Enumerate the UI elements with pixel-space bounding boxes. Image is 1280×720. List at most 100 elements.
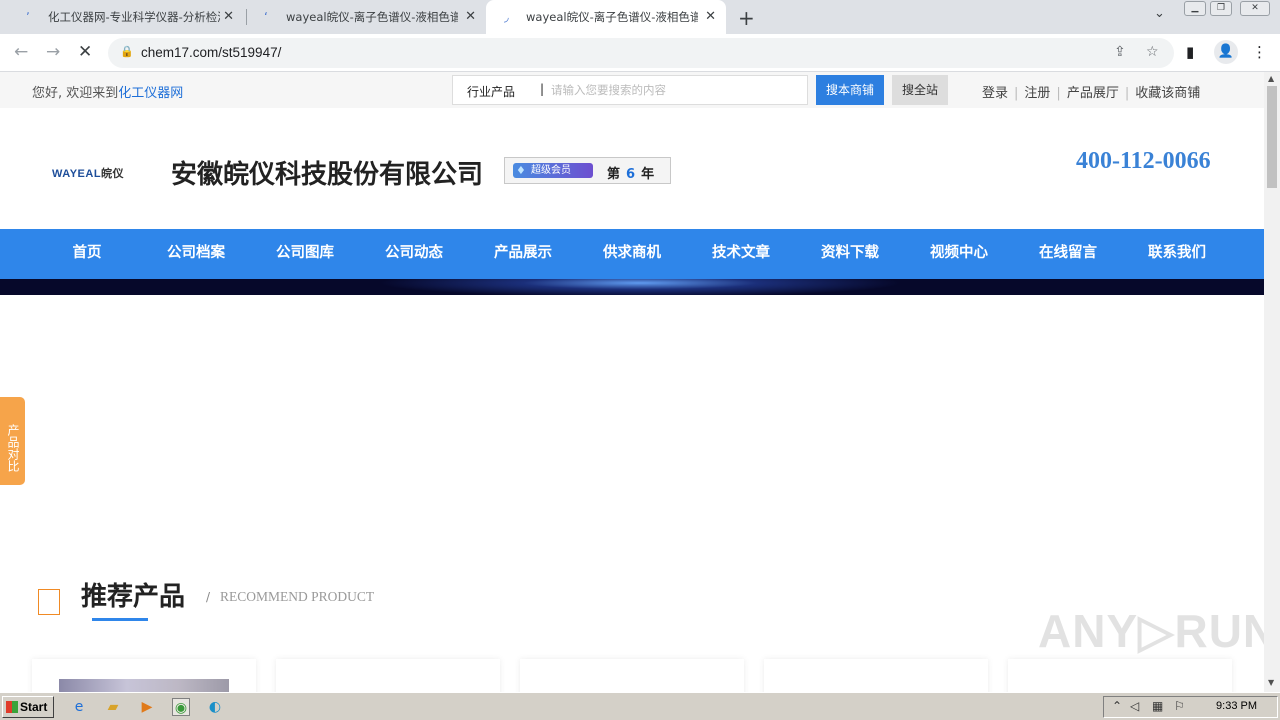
section-marker-icon xyxy=(38,589,60,615)
loading-spinner-icon: ◞ xyxy=(504,10,509,24)
scroll-thumb[interactable] xyxy=(1267,86,1277,188)
register-link[interactable]: 注册 xyxy=(1024,86,1050,101)
window-close-icon[interactable]: ✕ xyxy=(1240,1,1270,16)
edge-icon[interactable]: ◐ xyxy=(206,698,224,716)
nav-products[interactable]: 产品展示 xyxy=(478,229,568,279)
product-card[interactable] xyxy=(276,659,500,692)
forward-icon[interactable]: → xyxy=(46,42,60,62)
shop-header: WAYEAL皖仪 安徽皖仪科技股份有限公司 ♦ 超级会员 第6年 400-112… xyxy=(0,108,1264,229)
nav-videos[interactable]: 视频中心 xyxy=(914,229,1004,279)
flag-icon[interactable]: ⚐ xyxy=(1174,699,1185,713)
search-input[interactable] xyxy=(551,80,801,100)
nav-downloads[interactable]: 资料下载 xyxy=(805,229,895,279)
main-nav: 首页 公司档案 公司图库 公司动态 产品展示 供求商机 技术文章 资料下载 视频… xyxy=(0,229,1264,279)
stop-loading-icon[interactable]: ✕ xyxy=(78,42,92,62)
tab-search-icon[interactable]: ⌄ xyxy=(1154,6,1165,21)
favorite-shop-link[interactable]: 收藏该商铺 xyxy=(1135,86,1200,101)
diamond-icon: ♦ xyxy=(516,164,526,177)
taskbar: Start e ▰ ▶ ◉ ◐ ⌃ ◁ ▦ ⚐ 9:33 PM xyxy=(0,692,1280,720)
section-title: 推荐产品 xyxy=(81,582,186,612)
product-card[interactable] xyxy=(764,659,988,692)
company-logo[interactable]: WAYEAL皖仪 xyxy=(52,165,124,181)
super-member-label: ♦ 超级会员 xyxy=(513,163,593,178)
anyrun-watermark: ANY▷RUN xyxy=(1038,605,1264,657)
browser-tab-bar: ٬ 化工仪器网-专业科学仪器-分析检测 ✕ ʻ wayeal皖仪-离子色谱仪-液… xyxy=(0,0,1280,34)
system-tray: ⌃ ◁ ▦ ⚐ 9:33 PM xyxy=(1103,696,1278,718)
windows-flag-icon xyxy=(6,701,18,713)
banner-image xyxy=(0,279,1264,295)
section-slash: / xyxy=(206,590,211,604)
product-card[interactable] xyxy=(32,659,256,692)
chem17-link[interactable]: 化工仪器网 xyxy=(118,86,183,101)
tray-expand-icon[interactable]: ⌃ xyxy=(1112,699,1122,713)
link-separator: | xyxy=(1014,86,1019,101)
nav-news[interactable]: 公司动态 xyxy=(369,229,459,279)
page-scrollbar[interactable]: ▲ ▼ xyxy=(1264,72,1280,692)
tab-close-icon[interactable]: ✕ xyxy=(465,9,476,24)
address-toolbar: ← → ✕ 🔒 chem17.com/st519947/ ⇪ ☆ ▮ 👤 ⋮ xyxy=(0,34,1280,72)
nav-gallery[interactable]: 公司图库 xyxy=(260,229,350,279)
chrome-icon[interactable]: ◉ xyxy=(172,698,190,716)
product-card[interactable] xyxy=(1008,659,1232,692)
nav-contact[interactable]: 联系我们 xyxy=(1132,229,1222,279)
welcome-text: 您好, 欢迎来到化工仪器网 xyxy=(32,82,183,101)
media-player-icon[interactable]: ▶ xyxy=(138,698,156,716)
section-subtitle: RECOMMEND PRODUCT xyxy=(220,589,375,604)
scroll-up-icon[interactable]: ▲ xyxy=(1268,74,1274,83)
search-category-select[interactable]: 行业产品 xyxy=(467,83,515,100)
search-divider: | xyxy=(540,82,545,96)
back-icon[interactable]: ← xyxy=(14,42,28,62)
tab-chem17[interactable]: ٬ 化工仪器网-专业科学仪器-分析检测 ✕ xyxy=(8,0,244,34)
nav-trade[interactable]: 供求商机 xyxy=(587,229,677,279)
tab-title: wayeal皖仪-离子色谱仪-液相色谱仪 xyxy=(286,10,458,24)
tab-favicon-icon: ٬ xyxy=(26,10,30,24)
restore-icon[interactable]: ❐ xyxy=(1210,1,1232,16)
nav-profile[interactable]: 公司档案 xyxy=(151,229,241,279)
clock[interactable]: 9:33 PM xyxy=(1216,700,1257,712)
start-button[interactable]: Start xyxy=(2,696,54,718)
tab-wayeal-1[interactable]: ʻ wayeal皖仪-离子色谱仪-液相色谱仪 ✕ xyxy=(246,0,486,34)
omnibox[interactable]: 🔒 chem17.com/st519947/ ⇪ ☆ xyxy=(108,38,1174,68)
lock-icon[interactable]: 🔒 xyxy=(120,45,134,58)
tab-close-icon[interactable]: ✕ xyxy=(705,9,716,24)
product-compare-tab[interactable]: 产品对比 xyxy=(0,397,25,485)
login-link[interactable]: 登录 xyxy=(982,86,1008,101)
member-years: 第6年 xyxy=(607,167,655,182)
product-image[interactable] xyxy=(59,679,229,692)
tab-title: 化工仪器网-专业科学仪器-分析检测 xyxy=(48,10,220,24)
nav-home[interactable]: 首页 xyxy=(42,229,132,279)
product-card[interactable] xyxy=(520,659,744,692)
showroom-link[interactable]: 产品展厅 xyxy=(1067,86,1119,101)
tab-title: wayeal皖仪-离子色谱仪-液相色谱仪 xyxy=(526,10,698,24)
menu-icon[interactable]: ⋮ xyxy=(1252,43,1267,61)
new-tab-button[interactable]: + xyxy=(738,6,755,30)
scroll-down-icon[interactable]: ▼ xyxy=(1268,678,1274,687)
welcome-prefix: 您好, 欢迎来到 xyxy=(32,86,119,101)
tab-close-icon[interactable]: ✕ xyxy=(223,9,234,24)
tab-favicon-icon: ʻ xyxy=(264,10,268,24)
phone-number: 400-112-0066 xyxy=(1076,148,1211,174)
nav-message[interactable]: 在线留言 xyxy=(1023,229,1113,279)
top-strip: 您好, 欢迎来到化工仪器网 行业产品 | 搜本商铺 搜全站 登录 | 注册 | 产品展厅… xyxy=(0,72,1264,108)
ie-icon[interactable]: e xyxy=(70,698,88,716)
network-icon[interactable]: ▦ xyxy=(1152,699,1163,713)
section-underline xyxy=(92,618,148,621)
folder-icon[interactable]: ▰ xyxy=(104,698,122,716)
url-text[interactable]: chem17.com/st519947/ xyxy=(141,45,281,60)
search-box: 行业产品 | xyxy=(452,75,808,105)
search-shop-button[interactable]: 搜本商铺 xyxy=(816,75,884,105)
tab-wayeal-active[interactable]: ◞ wayeal皖仪-离子色谱仪-液相色谱仪 ✕ xyxy=(486,0,726,34)
volume-icon[interactable]: ◁ xyxy=(1130,699,1139,713)
search-all-button[interactable]: 搜全站 xyxy=(892,75,948,105)
side-panel-icon[interactable]: ▮ xyxy=(1186,43,1194,61)
minimize-icon[interactable]: ▁ xyxy=(1184,1,1206,16)
share-icon[interactable]: ⇪ xyxy=(1114,44,1126,60)
profile-icon[interactable]: 👤 xyxy=(1214,40,1238,64)
member-badge: ♦ 超级会员 第6年 xyxy=(504,157,671,184)
company-name: 安徽皖仪科技股份有限公司 xyxy=(171,160,484,190)
bookmark-star-icon[interactable]: ☆ xyxy=(1146,44,1159,60)
top-links: 登录 | 注册 | 产品展厅 | 收藏该商铺 xyxy=(982,82,1200,101)
page-viewport: 您好, 欢迎来到化工仪器网 行业产品 | 搜本商铺 搜全站 登录 | 注册 | 产品展厅… xyxy=(0,72,1264,692)
nav-articles[interactable]: 技术文章 xyxy=(696,229,786,279)
link-separator: | xyxy=(1124,86,1130,101)
